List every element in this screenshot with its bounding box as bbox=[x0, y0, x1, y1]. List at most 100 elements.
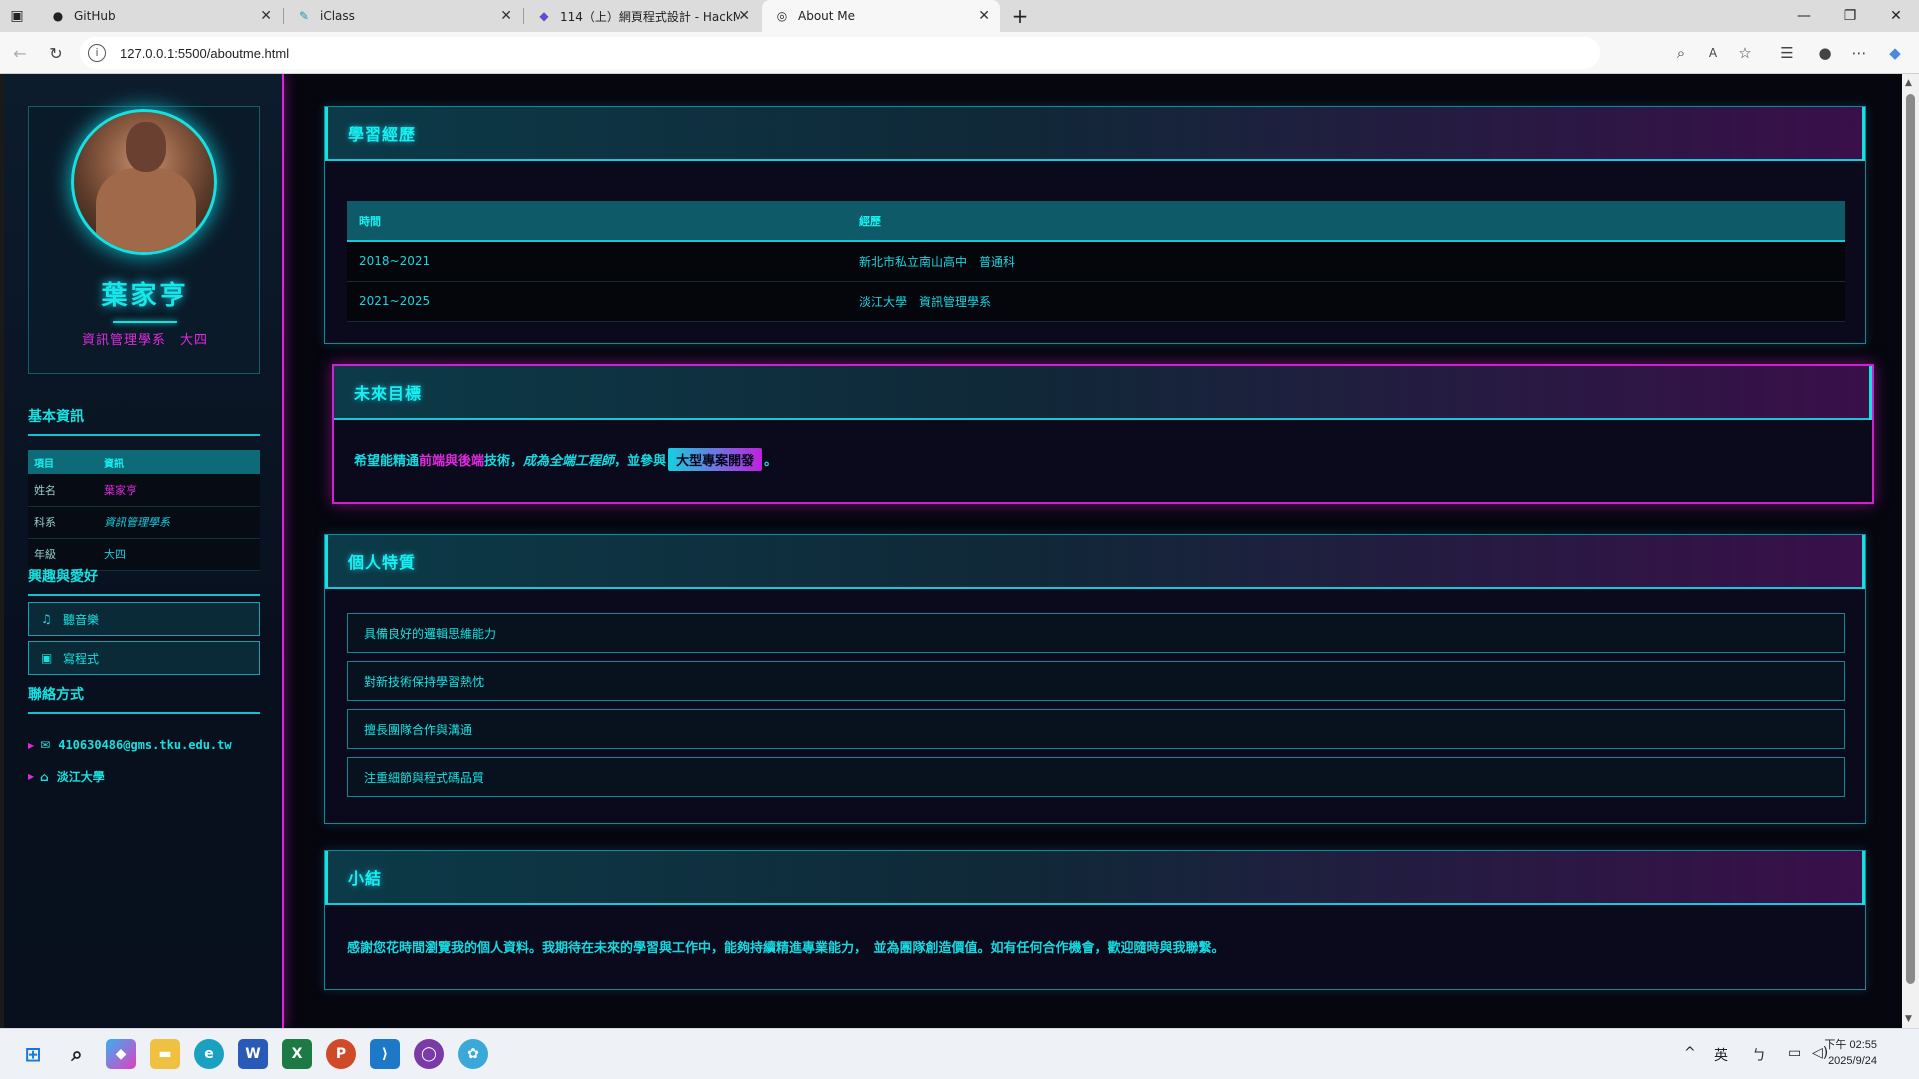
goals-text: 希望能精通 前端與後端 技術， 成為全端工程師 ，並參與 大型專案開發 。 bbox=[354, 448, 777, 471]
browser-tab-bar: ▣ ● GitHub ✕ ✎ iClass ✕ ◆ 114（上）網頁程式設計 -… bbox=[0, 0, 1919, 32]
input-mode-icon[interactable]: ㄅ bbox=[1752, 1045, 1766, 1065]
search-icon[interactable]: ⌕ bbox=[62, 1039, 92, 1069]
clock[interactable]: 下午 02:55 2025/9/24 bbox=[1824, 1037, 1877, 1069]
row-label: 科系 bbox=[28, 506, 98, 539]
contact-title: 聯絡方式 bbox=[28, 684, 260, 714]
chevron-up-icon[interactable]: ^ bbox=[1684, 1045, 1696, 1061]
favorite-star-icon[interactable]: ☆ bbox=[1734, 42, 1756, 64]
avatar-head bbox=[126, 122, 166, 172]
new-tab-button[interactable]: + bbox=[1004, 0, 1036, 32]
close-tab-icon[interactable]: ✕ bbox=[260, 8, 272, 24]
excel-icon[interactable]: X bbox=[282, 1039, 312, 1069]
github-icon: ● bbox=[52, 9, 64, 23]
close-window-icon[interactable]: ✕ bbox=[1873, 0, 1919, 32]
goal-highlight: 前端與後端 bbox=[419, 454, 485, 469]
windows-start-icon[interactable]: ⊞ bbox=[18, 1039, 48, 1069]
card-header: 小結 bbox=[325, 851, 1865, 905]
github-desktop-icon[interactable]: ◯ bbox=[414, 1039, 444, 1069]
app-icon[interactable]: ✿ bbox=[458, 1039, 488, 1069]
copilot-icon[interactable]: ◆ bbox=[1884, 42, 1906, 64]
traits-title: 個人特質 bbox=[348, 553, 417, 572]
back-icon[interactable]: ← bbox=[8, 41, 32, 65]
profile-card: 葉家亨 資訊管理學系 大四 bbox=[28, 106, 260, 374]
vscode-icon[interactable]: ⟩ bbox=[370, 1039, 400, 1069]
hobby-item[interactable]: ♫ 聽音樂 bbox=[28, 602, 260, 636]
clock-date: 2025/9/24 bbox=[1828, 1055, 1877, 1067]
period-cell: 2021~2025 bbox=[347, 281, 847, 322]
hackmd-icon: ◆ bbox=[539, 9, 549, 23]
minimize-icon[interactable]: — bbox=[1781, 0, 1827, 32]
page-viewport: 葉家亨 資訊管理學系 大四 基本資訊 項目 資訊 姓名 葉家亨 科系 資訊管理學… bbox=[4, 74, 1902, 1028]
table-row: 2018~2021 新北市私立南山高中 普通科 bbox=[347, 241, 1845, 282]
school-icon: ⌂ bbox=[40, 769, 49, 784]
close-tab-icon[interactable]: ✕ bbox=[978, 8, 990, 24]
education-title: 學習經歷 bbox=[348, 125, 417, 144]
trait-item: 注重細節與程式碼品質 bbox=[347, 757, 1845, 797]
scroll-thumb[interactable] bbox=[1906, 94, 1915, 984]
close-tab-icon[interactable]: ✕ bbox=[738, 8, 750, 24]
ime-indicator[interactable]: 英 bbox=[1714, 1045, 1728, 1065]
sidebar: 葉家亨 資訊管理學系 大四 基本資訊 項目 資訊 姓名 葉家亨 科系 資訊管理學… bbox=[4, 74, 284, 1028]
restore-icon[interactable]: ❐ bbox=[1827, 0, 1873, 32]
goal-badge: 大型專案開發 bbox=[668, 448, 763, 471]
url-field[interactable]: i 127.0.0.1:5500/aboutme.html bbox=[80, 37, 1600, 69]
goal-emphasis: 成為全端工程師 bbox=[523, 454, 615, 469]
basic-info-table: 項目 資訊 姓名 葉家亨 科系 資訊管理學系 年級 大四 bbox=[28, 450, 260, 571]
summary-card: 小結 感謝您花時間瀏覽我的個人資料。我期待在未來的學習與工作中，能夠持續精進專業… bbox=[324, 850, 1866, 990]
word-icon[interactable]: W bbox=[238, 1039, 268, 1069]
tab-hackmd[interactable]: ◆ 114（上）網頁程式設計 - HackMD ✕ bbox=[524, 0, 760, 32]
table-header: 時間 bbox=[347, 201, 847, 242]
tab-about-me[interactable]: ◎ About Me ✕ bbox=[762, 0, 1000, 32]
powerpoint-icon[interactable]: P bbox=[326, 1039, 356, 1069]
education-table: 時間 經歷 2018~2021 新北市私立南山高中 普通科 2021~2025 … bbox=[347, 201, 1845, 322]
card-header: 學習經歷 bbox=[325, 107, 1865, 161]
hobby-item[interactable]: ▣ 寫程式 bbox=[28, 641, 260, 675]
file-explorer-icon[interactable]: ▬ bbox=[150, 1039, 180, 1069]
copilot-taskbar-icon[interactable]: ◆ bbox=[106, 1039, 136, 1069]
avatar bbox=[71, 109, 217, 255]
table-row: 科系 資訊管理學系 bbox=[28, 506, 260, 539]
tab-actions-icon[interactable]: ▣ bbox=[0, 0, 34, 32]
taskbar: ⊞ ⌕ ◆ ▬ e W X P ⟩ ◯ ✿ ^ 英 ㄅ ▭ ◁) 下午 02:5… bbox=[0, 1028, 1919, 1079]
goal-text-part: 。 bbox=[764, 454, 778, 469]
row-value: 葉家亨 bbox=[98, 474, 260, 507]
goals-title: 未來目標 bbox=[354, 384, 423, 403]
card-header: 個人特質 bbox=[325, 535, 1865, 589]
iclass-icon: ✎ bbox=[298, 9, 310, 23]
card-header: 未來目標 bbox=[334, 366, 1872, 420]
close-tab-icon[interactable]: ✕ bbox=[500, 8, 512, 24]
tab-iclass[interactable]: ✎ iClass ✕ bbox=[284, 0, 522, 32]
goal-text-part: 希望能精通 bbox=[354, 454, 420, 469]
trait-item: 具備良好的邏輯思維能力 bbox=[347, 613, 1845, 653]
contact-email[interactable]: ▶ ✉ 410630486@gms.tku.edu.tw bbox=[28, 738, 232, 752]
desc-cell: 淡江大學 資訊管理學系 bbox=[847, 281, 1845, 322]
address-bar: ← ↻ i 127.0.0.1:5500/aboutme.html bbox=[0, 32, 1919, 74]
profile-avatar-icon[interactable]: ● bbox=[1814, 42, 1836, 64]
email-icon: ✉ bbox=[40, 738, 51, 752]
summary-text: 感謝您花時間瀏覽我的個人資料。我期待在未來的學習與工作中，能夠持續精進專業能力，… bbox=[347, 941, 1225, 956]
page-scrollbar[interactable]: ▲ ▼ bbox=[1902, 74, 1919, 1028]
favorites-icon[interactable]: ☰ bbox=[1776, 42, 1798, 64]
goal-text-part: 技術， bbox=[484, 454, 524, 469]
profile-department: 資訊管理學系 大四 bbox=[81, 333, 208, 348]
scroll-down-icon[interactable]: ▼ bbox=[1905, 1014, 1912, 1024]
network-icon[interactable]: ▭ bbox=[1788, 1045, 1801, 1061]
table-header: 資訊 bbox=[98, 450, 260, 474]
scroll-up-icon[interactable]: ▲ bbox=[1905, 78, 1912, 88]
clock-time: 下午 02:55 bbox=[1824, 1039, 1877, 1051]
more-options-icon[interactable]: ⋯ bbox=[1848, 42, 1870, 64]
site-info-icon[interactable]: i bbox=[88, 44, 106, 62]
tab-github[interactable]: ● GitHub ✕ bbox=[38, 0, 282, 32]
basic-info-title: 基本資訊 bbox=[28, 406, 260, 436]
edge-icon[interactable]: e bbox=[194, 1039, 224, 1069]
tab-title: 114（上）網頁程式設計 - HackMD bbox=[560, 9, 740, 24]
read-aloud-icon[interactable]: A bbox=[1702, 42, 1724, 64]
contact-school[interactable]: ▶ ⌂ 淡江大學 bbox=[28, 768, 105, 785]
tab-title: GitHub bbox=[74, 9, 116, 23]
education-card: 學習經歷 時間 經歷 2018~2021 新北市私立南山高中 普通科 2021~… bbox=[324, 106, 1866, 344]
refresh-icon[interactable]: ↻ bbox=[44, 41, 68, 65]
table-row: 2021~2025 淡江大學 資訊管理學系 bbox=[347, 281, 1845, 322]
hobby-label: 寫程式 bbox=[63, 651, 100, 666]
row-label: 姓名 bbox=[28, 474, 98, 507]
zoom-icon[interactable]: ⌕ bbox=[1670, 42, 1692, 64]
